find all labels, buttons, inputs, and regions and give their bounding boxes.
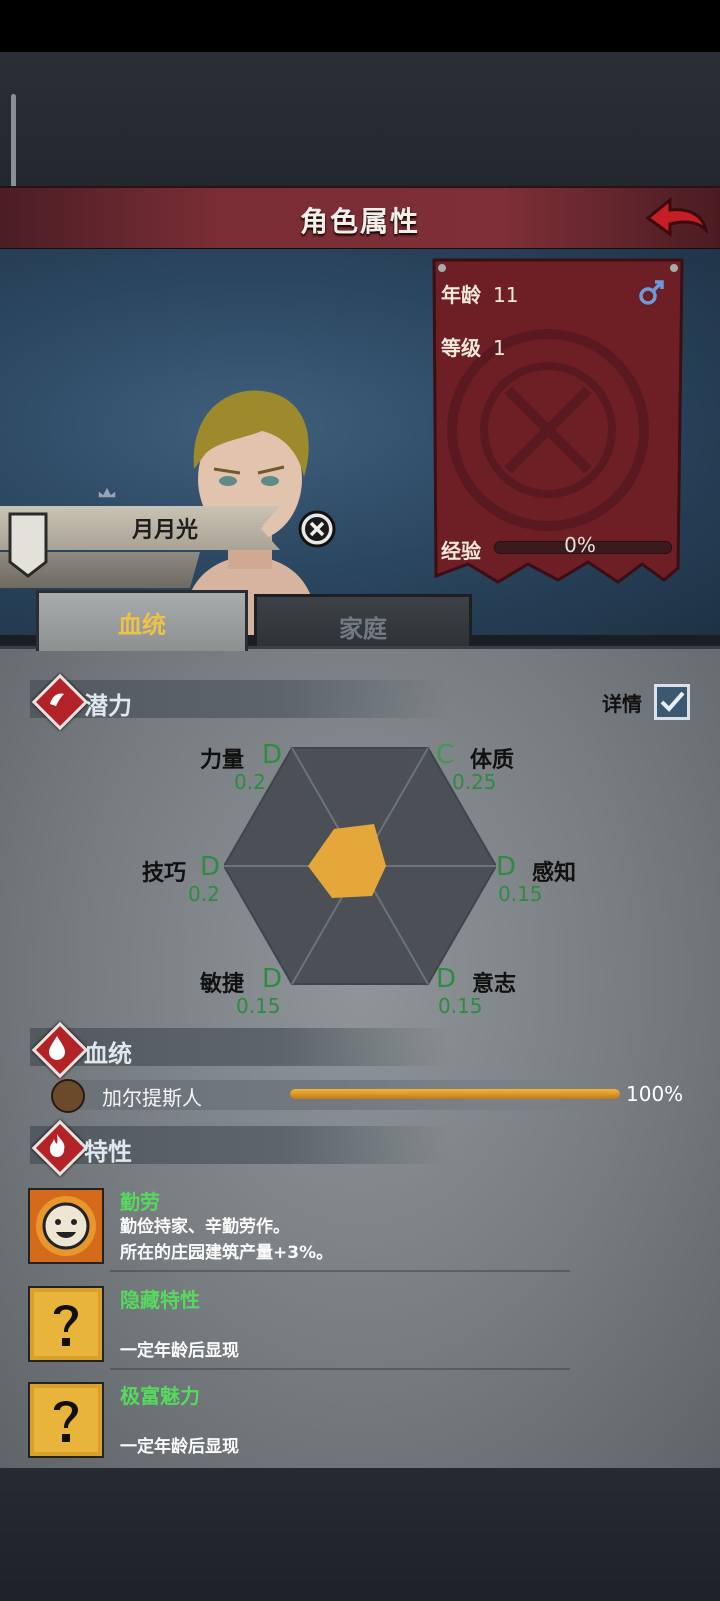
exp-label: 经验 <box>441 539 481 563</box>
stat-agility-value: 0.15 <box>236 994 281 1018</box>
stat-will-grade: D <box>436 964 457 994</box>
race-progress-fill <box>290 1089 620 1099</box>
exp-percent: 0% <box>564 533 596 557</box>
potential-title: 潜力 <box>84 692 132 720</box>
stat-strength-grade: D <box>262 740 283 770</box>
trait-name: 勤劳 <box>120 1190 160 1214</box>
trait-description: 一定年龄后显现 <box>120 1341 239 1361</box>
trait-description: 勤俭持家、辛勤劳作。 所在的庄园建筑产量+3%。 <box>120 1214 333 1266</box>
traits-title: 特性 <box>84 1138 132 1166</box>
age-value: 11 <box>493 283 519 307</box>
flame-icon <box>49 1134 65 1157</box>
race-progress-bar <box>290 1089 620 1099</box>
race-emblem-icon <box>51 1079 85 1113</box>
checkmark-icon <box>660 691 685 712</box>
upper-background <box>0 52 720 187</box>
stat-constitution-grade: C <box>436 740 455 770</box>
question-mark-trait-icon[interactable] <box>28 1382 104 1458</box>
tab-family[interactable]: 家庭 <box>254 594 472 654</box>
tab-bloodline[interactable]: 血统 <box>36 590 248 651</box>
stat-strength-value: 0.2 <box>234 770 266 794</box>
stat-constitution-value: 0.25 <box>452 770 497 794</box>
close-icon[interactable] <box>298 510 336 548</box>
male-gender-icon <box>639 280 664 305</box>
trait-desc-line: 勤俭持家、辛勤劳作。 <box>120 1217 290 1237</box>
stat-skill-name: 技巧 <box>142 861 187 886</box>
happy-face-trait-icon[interactable] <box>28 1188 104 1264</box>
blood-drop-icon <box>49 1036 65 1060</box>
shield-emblem-icon <box>8 512 48 578</box>
crown-icon <box>97 484 117 499</box>
level-row: 等级 1 <box>441 332 506 361</box>
age-label: 年龄 <box>441 283 481 307</box>
race-name: 加尔提斯人 <box>102 1086 202 1110</box>
stat-agility-grade: D <box>262 964 283 994</box>
level-value: 1 <box>493 336 506 360</box>
stat-will-value: 0.15 <box>438 994 483 1018</box>
race-percent: 100% <box>626 1082 684 1106</box>
detail-checkbox[interactable] <box>654 684 690 720</box>
tab-bloodline-label: 血统 <box>118 611 166 639</box>
level-label: 等级 <box>441 336 481 360</box>
trait-name: 隐藏特性 <box>120 1288 200 1312</box>
trait-divider <box>110 1368 570 1370</box>
stat-skill-grade: D <box>200 852 221 882</box>
stat-perception-value: 0.15 <box>498 882 543 906</box>
potential-icon <box>50 693 64 706</box>
age-row: 年龄 11 <box>441 279 518 308</box>
header-banner: 角色属性 <box>0 186 720 251</box>
status-bar-area <box>0 0 720 52</box>
trait-divider <box>110 1270 570 1272</box>
trait-name: 极富魅力 <box>120 1384 200 1408</box>
bloodline-title: 血统 <box>84 1040 132 1068</box>
page-title: 角色属性 <box>299 205 420 238</box>
character-name: 月月光 <box>131 518 198 543</box>
trait-description: 一定年龄后显现 <box>120 1437 239 1457</box>
bottom-background <box>0 1468 720 1601</box>
question-mark-trait-icon[interactable] <box>28 1286 104 1362</box>
back-arrow-icon[interactable] <box>644 194 708 244</box>
tab-family-label: 家庭 <box>339 615 387 643</box>
trait-desc-line: 所在的庄园建筑产量+3%。 <box>120 1243 334 1263</box>
detail-label: 详情 <box>602 692 642 716</box>
stat-skill-value: 0.2 <box>188 882 220 906</box>
stat-perception-grade: D <box>496 852 517 882</box>
